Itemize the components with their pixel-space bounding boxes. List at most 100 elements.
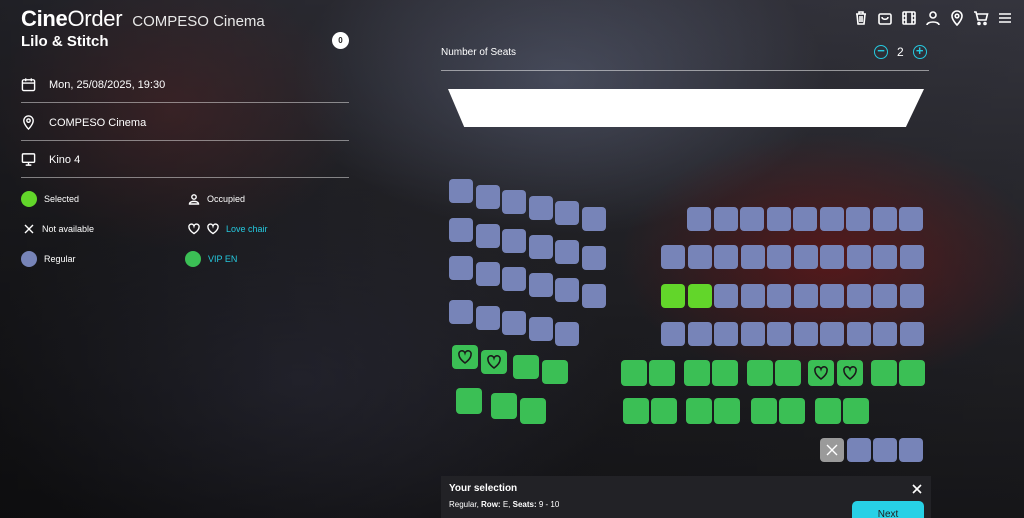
seat-vip[interactable]	[751, 398, 777, 424]
seat-regular[interactable]	[873, 438, 897, 462]
brand[interactable]: CineOrder COMPESO Cinema	[21, 6, 265, 32]
seat-vip[interactable]	[712, 360, 738, 386]
seat-vip[interactable]	[899, 360, 925, 386]
decrease-seats-button[interactable]: −	[874, 44, 888, 59]
seat-regular[interactable]	[767, 284, 791, 308]
location-icon[interactable]	[948, 9, 966, 27]
seat-regular[interactable]	[899, 438, 923, 462]
seat-regular[interactable]	[740, 207, 764, 231]
next-button[interactable]: Next	[852, 501, 924, 518]
seat-regular[interactable]	[528, 272, 553, 297]
seat-regular[interactable]	[502, 311, 526, 335]
seat-vip[interactable]	[775, 360, 801, 386]
seat-regular[interactable]	[846, 284, 871, 308]
seat-selected[interactable]	[687, 284, 712, 308]
seat-vip[interactable]	[871, 360, 897, 386]
seat-regular[interactable]	[502, 229, 526, 253]
seat-regular[interactable]	[899, 245, 924, 269]
seat-regular[interactable]	[528, 234, 553, 259]
film-icon[interactable]	[900, 9, 918, 27]
seat-love-chair[interactable]	[837, 360, 863, 386]
seat-regular[interactable]	[449, 179, 473, 203]
seat-regular[interactable]	[767, 245, 791, 269]
cart-icon[interactable]	[972, 9, 990, 27]
seat-regular[interactable]	[793, 245, 818, 269]
seat-regular[interactable]	[714, 322, 738, 346]
seat-regular[interactable]	[846, 207, 870, 231]
seat-regular[interactable]	[661, 322, 685, 346]
seat-love-chair[interactable]	[481, 350, 507, 374]
seat-regular[interactable]	[873, 322, 897, 346]
seat-regular[interactable]	[555, 322, 579, 346]
seat-vip[interactable]	[815, 398, 841, 424]
seat-vip[interactable]	[621, 360, 647, 386]
increase-seats-button[interactable]: +	[912, 44, 927, 59]
seat-regular[interactable]	[846, 245, 871, 269]
seat-regular[interactable]	[847, 438, 871, 462]
seat-regular[interactable]	[581, 206, 606, 231]
seat-regular[interactable]	[766, 207, 791, 231]
seat-love-chair[interactable]	[808, 360, 834, 386]
seat-vip[interactable]	[843, 398, 869, 424]
menu-icon[interactable]	[996, 9, 1014, 27]
seat-regular[interactable]	[819, 207, 844, 231]
seat-vip[interactable]	[714, 398, 740, 424]
seat-vip[interactable]	[684, 360, 710, 386]
seat-regular[interactable]	[740, 245, 765, 269]
seat-regular[interactable]	[687, 207, 711, 231]
seat-regular[interactable]	[475, 305, 500, 330]
seat-regular[interactable]	[449, 300, 473, 324]
seat-regular[interactable]	[713, 207, 738, 231]
seat-vip[interactable]	[623, 398, 649, 424]
seat-regular[interactable]	[528, 316, 553, 341]
bag-icon[interactable]	[876, 9, 894, 27]
seat-regular[interactable]	[846, 322, 871, 346]
seat-regular[interactable]	[581, 283, 606, 308]
seat-selected[interactable]	[661, 284, 685, 308]
seat-regular[interactable]	[740, 322, 765, 346]
seat-vip[interactable]	[779, 398, 805, 424]
seat-regular[interactable]	[714, 245, 738, 269]
seat-regular[interactable]	[449, 256, 473, 280]
seat-regular[interactable]	[528, 195, 553, 220]
seat-regular[interactable]	[793, 284, 818, 308]
seat-regular[interactable]	[687, 245, 712, 269]
seat-vip[interactable]	[686, 398, 712, 424]
seat-regular[interactable]	[581, 245, 606, 270]
seat-regular[interactable]	[873, 245, 897, 269]
seat-vip[interactable]	[520, 398, 546, 424]
seat-regular[interactable]	[475, 184, 500, 209]
seat-regular[interactable]	[475, 261, 500, 286]
seat-love-chair[interactable]	[452, 345, 478, 369]
seat-vip[interactable]	[651, 398, 677, 424]
seat-vip[interactable]	[542, 360, 568, 384]
seat-regular[interactable]	[555, 278, 579, 302]
seat-regular[interactable]	[820, 245, 844, 269]
seat-regular[interactable]	[793, 207, 817, 231]
seat-regular[interactable]	[555, 201, 579, 225]
user-icon[interactable]	[924, 9, 942, 27]
seat-regular[interactable]	[502, 267, 526, 291]
seat-regular[interactable]	[793, 322, 818, 346]
seat-vip[interactable]	[491, 393, 517, 419]
seat-vip[interactable]	[747, 360, 773, 386]
seat-regular[interactable]	[899, 284, 924, 308]
seat-regular[interactable]	[714, 284, 738, 308]
seat-regular[interactable]	[820, 322, 844, 346]
seat-regular[interactable]	[740, 284, 765, 308]
seat-regular[interactable]	[899, 207, 923, 231]
seat-regular[interactable]	[475, 223, 500, 248]
seat-regular[interactable]	[449, 218, 473, 242]
seat-regular[interactable]	[872, 207, 897, 231]
seat-vip[interactable]	[649, 360, 675, 386]
seat-regular[interactable]	[899, 322, 924, 346]
seat-regular[interactable]	[661, 245, 685, 269]
seat-regular[interactable]	[502, 190, 526, 214]
seat-regular[interactable]	[873, 284, 897, 308]
seat-regular[interactable]	[820, 284, 844, 308]
trash-icon[interactable]	[852, 9, 870, 27]
seat-regular[interactable]	[555, 240, 579, 264]
seat-regular[interactable]	[687, 322, 712, 346]
seat-vip[interactable]	[513, 355, 539, 379]
seat-vip[interactable]	[456, 388, 482, 414]
